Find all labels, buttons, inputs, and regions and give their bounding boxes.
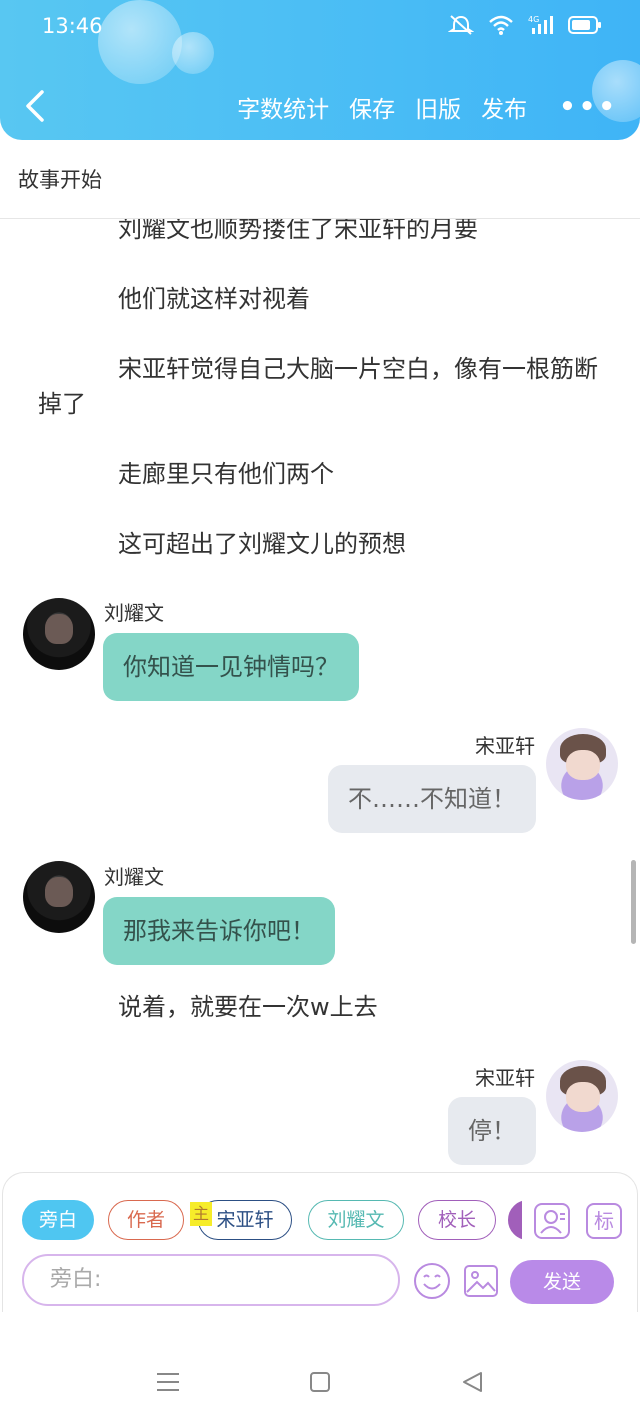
decor-bubble [172, 32, 214, 74]
decor-bubble [98, 0, 182, 84]
chat-bubble-right[interactable]: 停！ [448, 1097, 536, 1165]
main-character-badge: 主 [190, 1202, 212, 1226]
app-header: 13:46 4G 字数统计 保存 旧版 发布 ••• [0, 0, 640, 140]
story-paragraph: 他们就这样对视着 [118, 285, 310, 313]
wifi-icon [489, 15, 513, 35]
speaker-name: 宋亚轩 [475, 734, 535, 758]
mute-icon [448, 15, 474, 35]
chat-bubble-left[interactable]: 你知道一见钟情吗？ [103, 633, 359, 701]
story-paragraph: 走廊里只有他们两个 [118, 460, 334, 488]
avatar-liu-yaowen[interactable] [23, 598, 95, 670]
image-icon[interactable] [463, 1264, 499, 1298]
send-button[interactable]: 发送 [510, 1260, 614, 1304]
signal-icon: 4G [528, 15, 553, 34]
user-icon [540, 1210, 565, 1234]
svg-text:4G: 4G [528, 15, 539, 24]
role-manage-button[interactable] [534, 1203, 570, 1239]
mark-button[interactable]: 标 [586, 1203, 622, 1239]
avatar-song-yaxuan[interactable] [546, 728, 618, 800]
scrollbar[interactable] [631, 860, 636, 944]
avatar-song-yaxuan[interactable] [546, 1060, 618, 1132]
speaker-name: 刘耀文 [104, 601, 164, 625]
story-content[interactable]: 刘耀文也顺势搂住了宋亚轩的月要 他们就这样对视着 宋亚轩觉得自己大脑一片空白，像… [0, 219, 640, 1169]
role-chip-principal[interactable]: 校长 [418, 1200, 496, 1240]
status-time: 13:46 [42, 14, 103, 38]
back-nav-icon[interactable] [461, 1370, 485, 1394]
word-count-button[interactable]: 字数统计 [237, 90, 329, 124]
publish-button[interactable]: 发布 [481, 90, 527, 124]
role-chip-more[interactable] [508, 1200, 522, 1240]
role-chip-liu-yaowen[interactable]: 刘耀文 [308, 1200, 404, 1240]
system-nav-bar [0, 1312, 640, 1422]
emoji-icon[interactable] [413, 1262, 451, 1300]
chat-bubble-right[interactable]: 不……不知道！ [328, 765, 536, 833]
role-chip-song-yaxuan[interactable]: 宋亚轩 [198, 1200, 292, 1240]
avatar-liu-yaowen[interactable] [23, 861, 95, 933]
old-version-button[interactable]: 旧版 [415, 90, 461, 124]
chapter-title[interactable]: 故事开始 [18, 164, 102, 194]
story-paragraph: 刘耀文也顺势搂住了宋亚轩的月要 [118, 219, 478, 243]
story-paragraph: 这可超出了刘耀文儿的预想 [118, 530, 406, 558]
status-icons: 4G [448, 14, 602, 36]
menu-icon[interactable] [156, 1370, 180, 1394]
home-icon[interactable] [309, 1370, 331, 1394]
save-button[interactable]: 保存 [349, 90, 395, 124]
chat-bubble-left[interactable]: 那我来告诉你吧！ [103, 897, 335, 965]
role-chip-author[interactable]: 作者 [108, 1200, 184, 1240]
role-chip-narration[interactable]: 旁白 [22, 1200, 94, 1240]
story-paragraph: 说着，就要在一次w上去 [118, 993, 378, 1021]
message-input[interactable]: 旁白: [22, 1254, 400, 1306]
story-paragraph: 宋亚轩觉得自己大脑一片空白，像有一根筋断掉了 [38, 355, 598, 418]
more-menu-button[interactable]: ••• [559, 92, 618, 122]
back-icon[interactable] [22, 88, 52, 124]
editor-toolbar: 字数统计 保存 旧版 发布 ••• [237, 90, 618, 124]
speaker-name: 宋亚轩 [475, 1066, 535, 1090]
role-selector: 旁白 作者 宋亚轩 刘耀文 校长 [22, 1200, 522, 1242]
speaker-name: 刘耀文 [104, 865, 164, 889]
battery-icon [568, 16, 601, 34]
